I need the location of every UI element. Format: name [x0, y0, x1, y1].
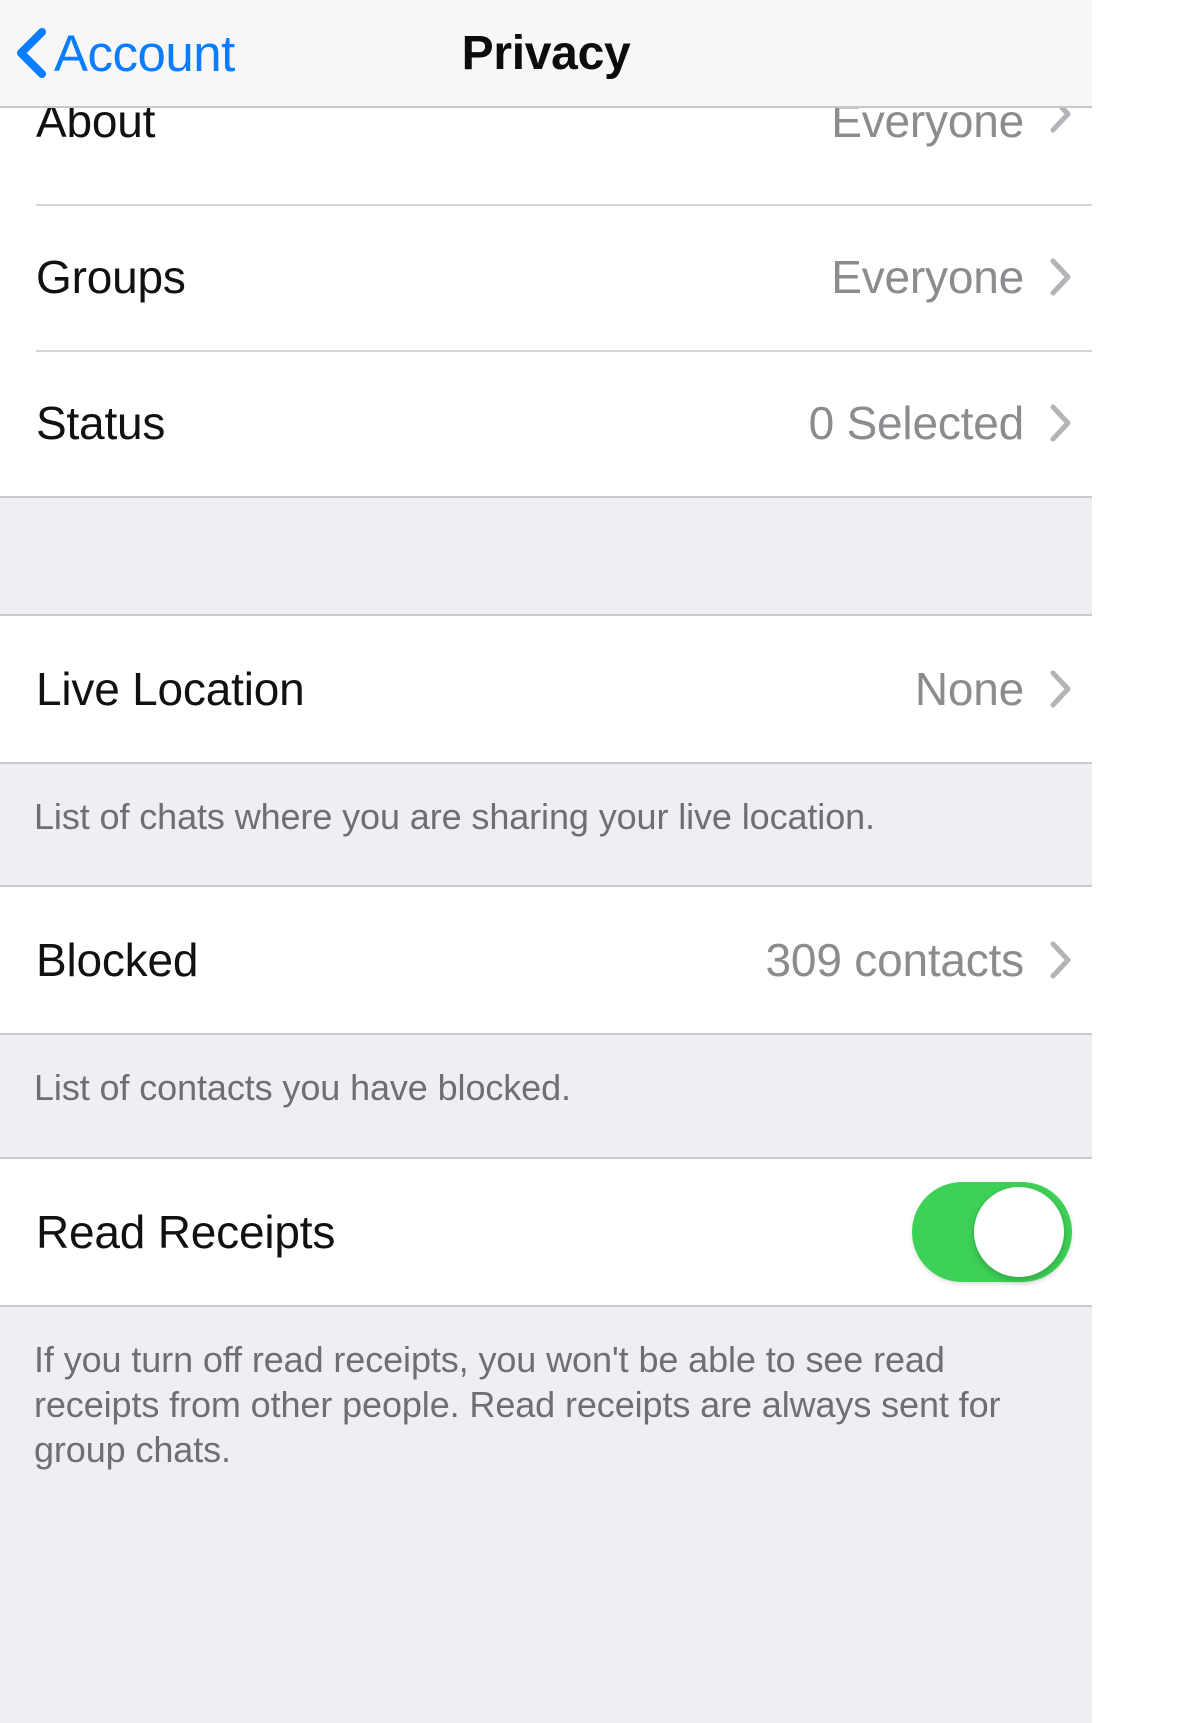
chevron-right-icon	[1050, 404, 1071, 442]
row-status[interactable]: Status 0 Selected	[0, 350, 1092, 496]
read-receipts-footer-text: If you turn off read receipts, you won't…	[34, 1338, 1001, 1471]
chevron-right-icon	[1050, 258, 1071, 296]
back-to-account-button[interactable]: Account	[14, 0, 245, 106]
row-read-receipts: Read Receipts	[0, 1158, 1092, 1305]
toggle-knob	[974, 1186, 1064, 1277]
row-blocked-value: 309 contacts	[765, 934, 1025, 987]
row-blocked-label: Blocked	[36, 934, 199, 987]
blocked-footer: List of contacts you have blocked.	[0, 1035, 1092, 1157]
chevron-right-icon	[1050, 670, 1071, 708]
visibility-section: About Everyone Groups Everyone Status 0 …	[0, 108, 1092, 498]
live-location-section: Live Location None	[0, 614, 1092, 764]
row-about-label: About	[36, 108, 156, 147]
live-location-footer-text: List of chats where you are sharing your…	[34, 796, 875, 837]
privacy-settings-screen: Account Privacy About Everyone Groups Ev…	[0, 0, 1092, 1723]
row-status-label: Status	[36, 397, 166, 449]
live-location-footer: List of chats where you are sharing your…	[0, 764, 1092, 886]
blocked-section: Blocked 309 contacts	[0, 885, 1092, 1036]
chevron-right-icon	[1050, 108, 1071, 133]
row-groups-value: Everyone	[831, 251, 1024, 303]
row-groups[interactable]: Groups Everyone	[0, 204, 1092, 350]
read-receipts-section: Read Receipts	[0, 1156, 1092, 1307]
back-button-label: Account	[54, 24, 235, 82]
row-live-location[interactable]: Live Location None	[0, 616, 1092, 762]
row-status-value: 0 Selected	[808, 397, 1025, 449]
chevron-left-icon	[17, 28, 46, 78]
navigation-bar: Account Privacy	[0, 0, 1092, 108]
row-live-location-value: None	[914, 663, 1024, 715]
settings-list[interactable]: About Everyone Groups Everyone Status 0 …	[0, 108, 1092, 1723]
chevron-right-icon	[1050, 941, 1071, 979]
row-about-value: Everyone	[831, 108, 1024, 147]
row-blocked[interactable]: Blocked 309 contacts	[0, 887, 1092, 1034]
row-live-location-label: Live Location	[36, 663, 305, 715]
row-groups-label: Groups	[36, 251, 186, 303]
blocked-footer-text: List of contacts you have blocked.	[34, 1067, 571, 1109]
row-about[interactable]: About Everyone	[0, 108, 1092, 204]
section-gap	[0, 498, 1092, 614]
read-receipts-toggle[interactable]	[912, 1181, 1072, 1282]
read-receipts-footer: If you turn off read receipts, you won't…	[0, 1306, 1092, 1519]
row-read-receipts-label: Read Receipts	[36, 1205, 336, 1258]
